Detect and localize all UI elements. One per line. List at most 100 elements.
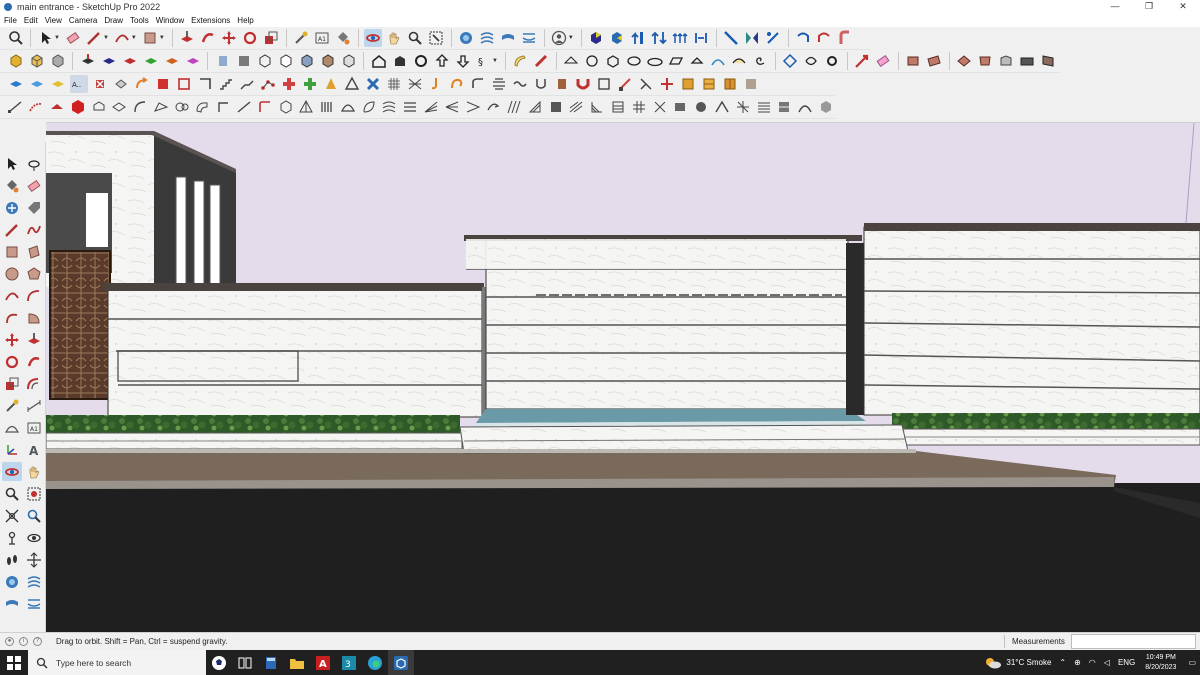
pyramid-icon[interactable] bbox=[343, 75, 361, 93]
3ds-max-app-icon[interactable]: 3 bbox=[336, 650, 362, 675]
hexagon-red-icon[interactable] bbox=[69, 98, 87, 116]
menu-edit[interactable]: Edit bbox=[24, 16, 38, 25]
taskbar-search-box[interactable]: Type here to search bbox=[28, 650, 206, 675]
menu-file[interactable]: File bbox=[4, 16, 17, 25]
dimension-icon[interactable] bbox=[24, 396, 44, 415]
stack-icon[interactable] bbox=[490, 75, 508, 93]
follow-me-icon[interactable] bbox=[199, 29, 217, 47]
hatch-1-icon[interactable] bbox=[505, 98, 523, 116]
hatch-10-icon[interactable] bbox=[692, 98, 710, 116]
network-icon[interactable]: ⊕ bbox=[1074, 658, 1081, 667]
ellipse-wide-icon[interactable] bbox=[646, 52, 664, 70]
redo-arc-icon[interactable] bbox=[815, 29, 833, 47]
magnet-icon[interactable] bbox=[574, 75, 592, 93]
tape-measure-icon[interactable] bbox=[2, 396, 22, 415]
hatch-4-icon[interactable] bbox=[568, 98, 586, 116]
menu-camera[interactable]: Camera bbox=[69, 16, 97, 25]
wireframe-icon[interactable] bbox=[256, 52, 274, 70]
frame-icon[interactable] bbox=[595, 75, 613, 93]
sketchup-task-icon[interactable] bbox=[388, 650, 414, 675]
view-right-icon[interactable] bbox=[142, 52, 160, 70]
hatch-5-icon[interactable] bbox=[588, 98, 606, 116]
solid-tool-icon[interactable] bbox=[587, 29, 605, 47]
hatch-9-icon[interactable] bbox=[672, 98, 690, 116]
curve-draw-1-icon[interactable] bbox=[7, 98, 25, 116]
chevron-down-icon[interactable]: ▼ bbox=[103, 35, 109, 41]
push-pull-icon[interactable] bbox=[178, 29, 196, 47]
fan-2-icon[interactable] bbox=[443, 98, 461, 116]
wood-block-2-icon[interactable] bbox=[700, 75, 718, 93]
download-icon[interactable] bbox=[454, 52, 472, 70]
bend-icon[interactable] bbox=[836, 29, 854, 47]
yellow-curve-icon[interactable] bbox=[730, 52, 748, 70]
stair-icon[interactable] bbox=[217, 75, 235, 93]
hatch-2-icon[interactable] bbox=[526, 98, 544, 116]
lock-box-icon[interactable] bbox=[112, 75, 130, 93]
chevron-down-icon[interactable]: ▼ bbox=[54, 35, 60, 41]
menu-extensions[interactable]: Extensions bbox=[191, 16, 230, 25]
cut-icon[interactable] bbox=[637, 75, 655, 93]
hatch-7-icon[interactable] bbox=[630, 98, 648, 116]
stamp-icon[interactable] bbox=[499, 29, 517, 47]
menu-view[interactable]: View bbox=[45, 16, 62, 25]
language-indicator[interactable]: ENG bbox=[1118, 658, 1135, 667]
hidden-line-icon[interactable] bbox=[277, 52, 295, 70]
wood-block-1-icon[interactable] bbox=[679, 75, 697, 93]
shape-outline-2-icon[interactable] bbox=[110, 98, 128, 116]
edge-browser-icon[interactable] bbox=[362, 650, 388, 675]
zoom-window-icon[interactable] bbox=[24, 484, 44, 503]
plus-cross-icon[interactable] bbox=[280, 75, 298, 93]
menu-tools[interactable]: Tools bbox=[130, 16, 149, 25]
lattice-icon[interactable] bbox=[406, 75, 424, 93]
joint-icon[interactable] bbox=[658, 75, 676, 93]
trimble-connect-icon[interactable]: § bbox=[475, 52, 493, 70]
menu-window[interactable]: Window bbox=[156, 16, 184, 25]
trim-icon[interactable] bbox=[764, 29, 782, 47]
stair-2-icon[interactable] bbox=[238, 75, 256, 93]
cone-icon[interactable] bbox=[322, 75, 340, 93]
stamp-icon[interactable] bbox=[2, 594, 22, 613]
orbit-icon[interactable] bbox=[2, 462, 22, 481]
texture-7-icon[interactable] bbox=[1039, 52, 1057, 70]
paint-bucket-icon[interactable] bbox=[2, 176, 22, 195]
x-cross-icon[interactable] bbox=[364, 75, 382, 93]
red-arrow-tool-icon[interactable] bbox=[853, 52, 871, 70]
pan-hand-icon[interactable] bbox=[385, 29, 403, 47]
view-back-icon[interactable] bbox=[163, 52, 181, 70]
pie-icon[interactable] bbox=[24, 308, 44, 327]
panel-icon[interactable] bbox=[175, 75, 193, 93]
undo-arc-icon[interactable] bbox=[794, 29, 812, 47]
bolt-icon[interactable] bbox=[616, 75, 634, 93]
texture-6-icon[interactable] bbox=[1018, 52, 1036, 70]
taskbar-clock[interactable]: 10:49 PM 8/20/2023 bbox=[1145, 653, 1176, 673]
text-tool-icon[interactable]: A1 bbox=[24, 418, 44, 437]
calculator-app-icon[interactable] bbox=[258, 650, 284, 675]
flip-arrows-icon[interactable] bbox=[650, 29, 668, 47]
mirror-icon[interactable] bbox=[743, 29, 761, 47]
scale-icon[interactable] bbox=[262, 29, 280, 47]
close-icon[interactable] bbox=[91, 75, 109, 93]
circle-icon[interactable] bbox=[2, 264, 22, 283]
monochrome-icon[interactable] bbox=[340, 52, 358, 70]
dimension-icon[interactable]: A1 bbox=[313, 29, 331, 47]
component-tool-icon[interactable] bbox=[2, 198, 22, 217]
tape-measure-icon[interactable] bbox=[292, 29, 310, 47]
curl-icon[interactable] bbox=[448, 75, 466, 93]
smoove-icon[interactable] bbox=[478, 29, 496, 47]
eraser-icon[interactable] bbox=[64, 29, 82, 47]
look-around-icon[interactable] bbox=[24, 528, 44, 547]
component-icon[interactable] bbox=[7, 52, 25, 70]
loop-icon[interactable] bbox=[802, 52, 820, 70]
corner-icon[interactable] bbox=[196, 75, 214, 93]
curl-arrow-icon[interactable] bbox=[484, 98, 502, 116]
drape-icon[interactable] bbox=[520, 29, 538, 47]
hook-icon[interactable] bbox=[427, 75, 445, 93]
menu-draw[interactable]: Draw bbox=[104, 16, 123, 25]
file-explorer-icon[interactable] bbox=[284, 650, 310, 675]
soccer-ball-icon[interactable] bbox=[206, 650, 232, 675]
yellow-plane-icon[interactable] bbox=[49, 75, 67, 93]
move-icon[interactable] bbox=[220, 29, 238, 47]
rotate-icon[interactable] bbox=[2, 352, 22, 371]
curve-draw-3-icon[interactable] bbox=[48, 98, 66, 116]
rectangle-icon[interactable] bbox=[2, 242, 22, 261]
